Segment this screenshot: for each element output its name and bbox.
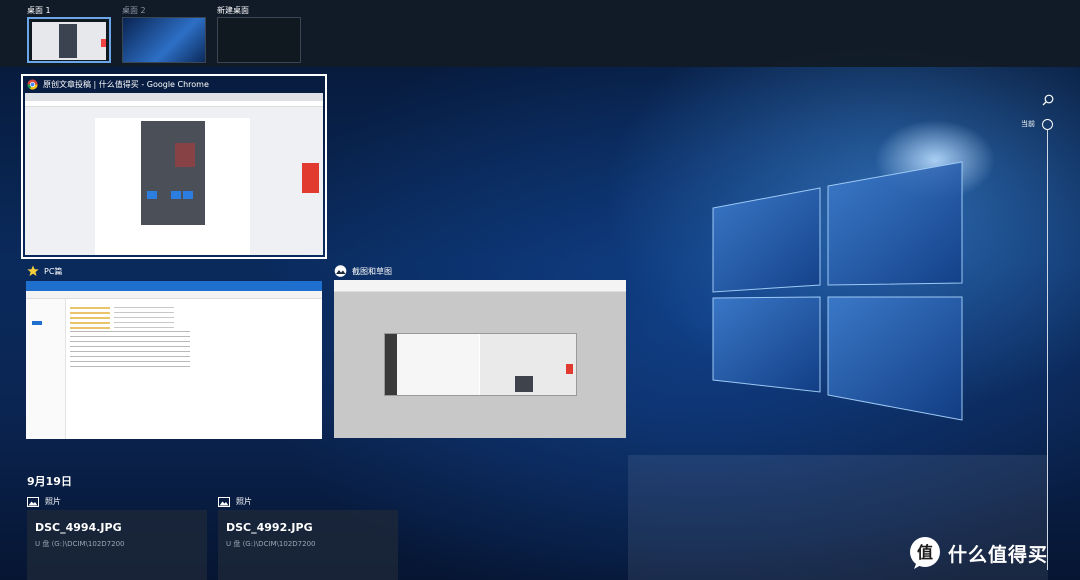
new-desktop-thumbnail[interactable] [217, 17, 301, 63]
card-path: U 盘 (G:)\DCIM\102D7200 [226, 540, 316, 548]
explorer-window-title: PC篇 [27, 265, 62, 277]
timeline-scrubber-track[interactable] [1047, 130, 1048, 570]
snip-sketch-icon [334, 265, 347, 277]
new-desktop-label: 新建桌面 [217, 6, 249, 15]
timeline-date: 9月19日 [27, 475, 72, 488]
desktop-1-label: 桌面 1 [27, 6, 51, 15]
desktop-2-thumbnail[interactable] [122, 17, 206, 63]
timeline-app-name: 照片 [236, 497, 252, 506]
snip-title-text: 截图和草图 [352, 266, 392, 276]
smzdm-logo-glyph: 值 [917, 543, 933, 562]
explorer-window-thumbnail[interactable] [26, 281, 322, 439]
card-path: U 盘 (G:)\DCIM\102D7200 [35, 540, 125, 548]
timeline-current-label: 当前 [1021, 120, 1035, 128]
photos-icon [218, 496, 230, 507]
timeline-app-label: 照片 [27, 496, 61, 507]
virtual-desktop-bar: 桌面 1 桌面 2 新建桌面 [0, 0, 1080, 67]
watermark-text: 什么值得买 [948, 543, 1049, 566]
timeline-app-name: 照片 [45, 497, 61, 506]
timeline-card-dsc-4992[interactable]: DSC_4992.JPG U 盘 (G:)\DCIM\102D7200 [218, 510, 398, 580]
timeline-scrubber-handle[interactable] [1042, 119, 1053, 130]
timeline-app-label: 照片 [218, 496, 252, 507]
smzdm-watermark: 值 什么值得买 [908, 536, 1048, 570]
star-icon [27, 265, 39, 276]
chrome-window-thumbnail[interactable] [25, 93, 323, 255]
card-title: DSC_4992.JPG [226, 521, 313, 534]
desktop-2-label: 桌面 2 [122, 6, 146, 15]
smzdm-logo-icon: 值 [910, 537, 940, 569]
explorer-title-text: PC篇 [44, 266, 63, 276]
card-title: DSC_4994.JPG [35, 521, 122, 534]
desktop-1-thumbnail[interactable] [27, 17, 111, 63]
photos-icon [27, 496, 39, 507]
snip-window-title: 截图和草图 [334, 265, 392, 277]
timeline-card-dsc-4994[interactable]: DSC_4994.JPG U 盘 (G:)\DCIM\102D7200 [27, 510, 207, 580]
snip-window-thumbnail[interactable] [334, 280, 626, 438]
search-icon[interactable] [1042, 94, 1054, 106]
